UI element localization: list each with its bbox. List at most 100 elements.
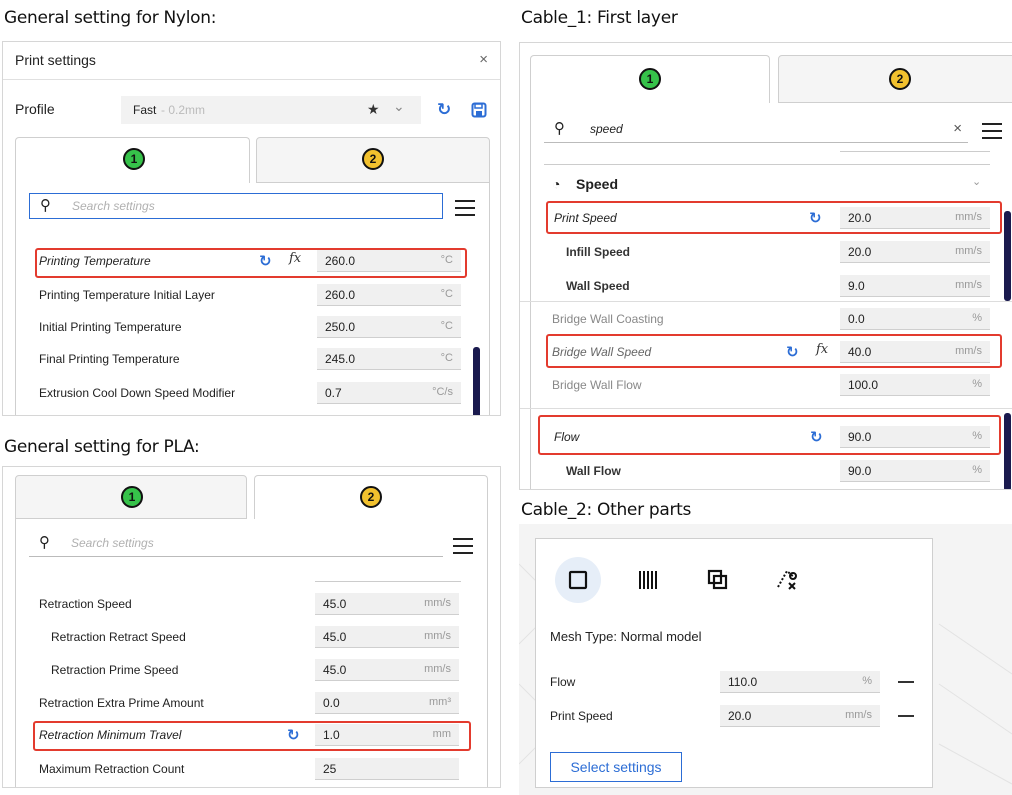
setting-value-field[interactable]: 45.0 mm/s (315, 659, 459, 681)
setting-value: 45.0 (323, 663, 347, 677)
chevron-down-icon[interactable]: ⌄ (393, 98, 405, 115)
setting-value-field[interactable]: 20.0 mm/s (840, 241, 990, 263)
search-icon: ⚲ (40, 197, 51, 214)
search-icon: ⚲ (554, 120, 565, 137)
setting-value-field[interactable]: 100.0 % (840, 374, 990, 396)
extruder-1-badge: 1 (121, 486, 143, 508)
extruder-1-badge: 1 (123, 148, 145, 170)
setting-value-field[interactable]: 90.0 % (840, 460, 990, 482)
profile-value: Fast (133, 103, 157, 117)
select-settings-button[interactable]: Select settings (550, 752, 682, 782)
divider (315, 581, 461, 582)
search-value: speed (590, 122, 623, 136)
tab-extruder-2[interactable]: 2 (254, 475, 488, 519)
tab-extruder-2[interactable]: 2 (256, 137, 490, 183)
setting-value-field[interactable]: 0.0 % (840, 308, 990, 330)
tab-extruder-1[interactable]: 1 (530, 55, 770, 103)
support-blocker-button[interactable] (765, 557, 811, 603)
highlight-box (546, 334, 1002, 368)
setting-value-field[interactable]: 250.0 °C (317, 316, 461, 338)
setting-label: Retraction Retract Speed (51, 630, 186, 644)
close-icon[interactable]: × (479, 51, 488, 68)
setting-label: Maximum Retraction Count (39, 762, 185, 776)
setting-value: 250.0 (325, 320, 356, 334)
divider (840, 151, 990, 152)
setting-label: Extrusion Cool Down Speed Modifier (39, 386, 236, 400)
setting-label: Wall Flow (566, 464, 621, 478)
setting-value-field[interactable]: 9.0 mm/s (840, 275, 990, 297)
remove-setting-icon[interactable] (898, 715, 914, 717)
caption-pla: General setting for PLA: (4, 437, 200, 457)
tab-extruder-1[interactable]: 1 (15, 475, 247, 519)
scrollbar[interactable] (1004, 413, 1011, 489)
divider (520, 408, 1012, 409)
setting-label: Wall Speed (566, 279, 630, 293)
setting-row: Printing Temperature Initial Layer 260.0… (29, 281, 469, 309)
profile-dropdown[interactable]: Fast - 0.2mm ★ ⌄ (121, 96, 421, 124)
divider (520, 301, 1012, 302)
menu-icon[interactable] (453, 538, 473, 554)
setting-row: Flow 110.0 % (550, 668, 920, 696)
cutting-mesh-button[interactable] (695, 557, 741, 603)
setting-value-field[interactable]: 110.0 % (720, 671, 880, 693)
setting-unit: mm³ (429, 696, 451, 708)
setting-label: Retraction Prime Speed (51, 663, 179, 677)
setting-value-field[interactable]: 25 (315, 758, 459, 780)
cable2-per-model-settings-panel: Mesh Type: Normal model Flow 110.0 % Pri… (535, 538, 933, 788)
setting-unit: °C (440, 320, 453, 332)
setting-unit: % (972, 312, 982, 324)
clear-search-icon[interactable]: × (953, 120, 962, 137)
setting-value-field[interactable]: 0.7 °C/s (317, 382, 461, 404)
setting-label: Infill Speed (566, 245, 631, 259)
infill-lines-icon (639, 571, 657, 589)
scrollbar[interactable] (1004, 211, 1011, 301)
setting-row: Maximum Retraction Count 25 (29, 755, 469, 783)
support-blocker-icon (777, 569, 797, 590)
setting-row: Initial Printing Temperature 250.0 °C (29, 313, 469, 341)
setting-value: 260.0 (325, 288, 356, 302)
caption-nylon: General setting for Nylon: (4, 8, 217, 28)
pla-print-settings-panel: 1 2 ⚲ Search settings Retraction Speed 4… (2, 466, 501, 788)
setting-unit: mm/s (424, 663, 451, 675)
infill-mesh-button[interactable] (625, 557, 671, 603)
setting-value-field[interactable]: 260.0 °C (317, 284, 461, 306)
reset-profile-icon[interactable]: ↻ (437, 100, 451, 120)
setting-label: Final Printing Temperature (39, 352, 180, 366)
cable1-settings-panel: 1 2 ⚲ speed × ◔ Speed ⌄ Print Speed ↻ 20… (519, 42, 1012, 490)
setting-value-field[interactable]: 45.0 mm/s (315, 626, 459, 648)
search-input[interactable]: ⚲ Search settings (29, 193, 443, 219)
scrollbar[interactable] (473, 347, 480, 415)
setting-unit: mm/s (955, 245, 982, 257)
setting-row: Infill Speed 20.0 mm/s (544, 238, 994, 266)
chevron-down-icon[interactable]: ⌄ (972, 175, 981, 188)
setting-row: Bridge Wall Flow 100.0 % (544, 371, 994, 399)
tab-extruder-2[interactable]: 2 (778, 55, 1012, 103)
search-input[interactable]: ⚲ Search settings (29, 531, 443, 557)
category-speed-title: Speed (576, 176, 619, 192)
setting-unit: % (972, 464, 982, 476)
remove-setting-icon[interactable] (898, 681, 914, 683)
menu-icon[interactable] (455, 200, 475, 216)
search-placeholder: Search settings (72, 199, 155, 213)
setting-row: Retraction Retract Speed 45.0 mm/s (29, 623, 469, 651)
setting-value-field[interactable]: 20.0 mm/s (720, 705, 880, 727)
star-icon[interactable]: ★ (367, 101, 380, 118)
setting-value-field[interactable]: 0.0 mm³ (315, 692, 459, 714)
tab-extruder-1[interactable]: 1 (15, 137, 250, 183)
setting-label: Initial Printing Temperature (39, 320, 182, 334)
nylon-print-settings-panel: Print settings × Profile Fast - 0.2mm ★ … (2, 41, 501, 416)
search-input[interactable]: ⚲ speed × (544, 117, 968, 143)
normal-model-button[interactable] (555, 557, 601, 603)
setting-value: 100.0 (848, 378, 879, 392)
setting-unit: mm/s (424, 597, 451, 609)
setting-label: Bridge Wall Coasting (552, 312, 664, 326)
setting-label: Flow (550, 675, 576, 689)
setting-value-field[interactable]: 45.0 mm/s (315, 593, 459, 615)
setting-label: Retraction Extra Prime Amount (39, 696, 204, 710)
setting-row: Wall Flow 90.0 % (544, 457, 994, 485)
caption-cable2: Cable_2: Other parts (521, 500, 692, 520)
setting-row: Bridge Wall Coasting 0.0 % (544, 305, 994, 333)
save-icon[interactable] (471, 102, 487, 118)
menu-icon[interactable] (982, 123, 1002, 139)
setting-value-field[interactable]: 245.0 °C (317, 348, 461, 370)
